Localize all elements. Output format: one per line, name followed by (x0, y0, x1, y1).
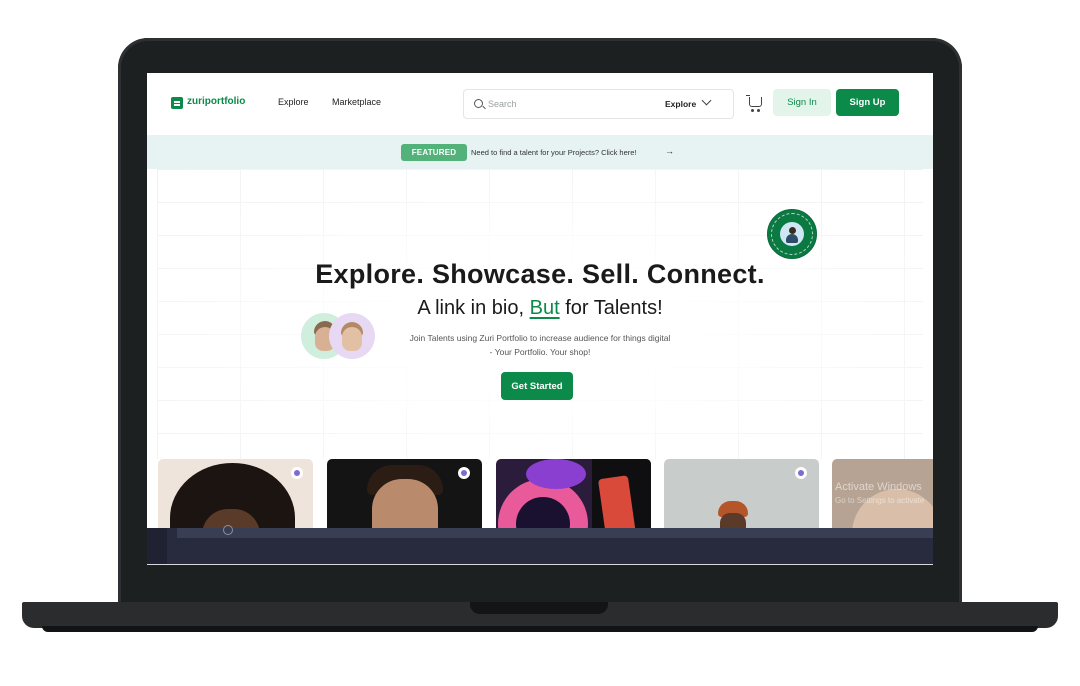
badge-avatar (780, 222, 804, 246)
nav-explore[interactable]: Explore (278, 97, 309, 107)
hero-description-line1: Join Talents using Zuri Portfolio to inc… (409, 333, 671, 343)
search-icon (474, 99, 483, 108)
hero-title: Explore. Showcase. Sell. Connect. (315, 259, 765, 289)
logo-icon[interactable] (171, 97, 183, 109)
nav-marketplace[interactable]: Marketplace (332, 97, 381, 107)
arrow-right-icon[interactable]: → (665, 146, 674, 156)
explore-dropdown-label: Explore (665, 99, 697, 109)
designer-badge-icon (767, 209, 817, 259)
get-started-button[interactable]: Get Started (501, 372, 573, 400)
logo-text[interactable]: zuriportfolio (187, 96, 245, 107)
cart-icon[interactable] (746, 95, 762, 107)
activate-windows-subtitle: Go to Settings to activate (835, 496, 925, 505)
screen-edge (147, 564, 933, 565)
site-header: zuriportfolio Explore Marketplace Search… (147, 73, 933, 135)
avatar-body (786, 234, 798, 243)
sign-up-button[interactable]: Sign Up (836, 89, 899, 116)
card-artwork-shape (526, 459, 586, 489)
verified-badge-icon (458, 467, 470, 479)
taskbar-strip (147, 528, 167, 565)
verified-badge-icon (795, 467, 807, 479)
featured-banner: FEATURED Need to find a talent for your … (147, 135, 933, 169)
clock-icon (223, 525, 233, 535)
laptop-notch (470, 602, 608, 614)
chevron-down-icon (701, 95, 712, 106)
search-placeholder: Search (488, 99, 517, 109)
explore-dropdown[interactable]: Explore (643, 89, 734, 119)
hero-subtitle: A link in bio, But for Talents! (147, 297, 933, 320)
activate-windows-title: Activate Windows (835, 481, 922, 493)
sign-in-button[interactable]: Sign In (773, 89, 831, 116)
featured-link[interactable]: Need to find a talent for your Projects?… (471, 148, 637, 157)
hero-subtitle-accent: But (529, 297, 560, 319)
laptop-base-shadow (42, 626, 1038, 632)
cart-wheel (757, 109, 760, 112)
taskbar-header (177, 528, 933, 538)
featured-badge: FEATURED (401, 144, 467, 161)
hero-subtitle-post: for Talents! (559, 297, 663, 319)
hero-description-line2: - Your Portfolio. Your shop! (489, 347, 591, 357)
search-input[interactable]: Search (463, 89, 645, 119)
cart-wheel (751, 109, 754, 112)
laptop-screen: zuriportfolio Explore Marketplace Search… (147, 73, 933, 565)
hero-subtitle-pre: A link in bio, (417, 297, 530, 319)
avatar-head (789, 227, 796, 234)
verified-badge-icon (291, 467, 303, 479)
